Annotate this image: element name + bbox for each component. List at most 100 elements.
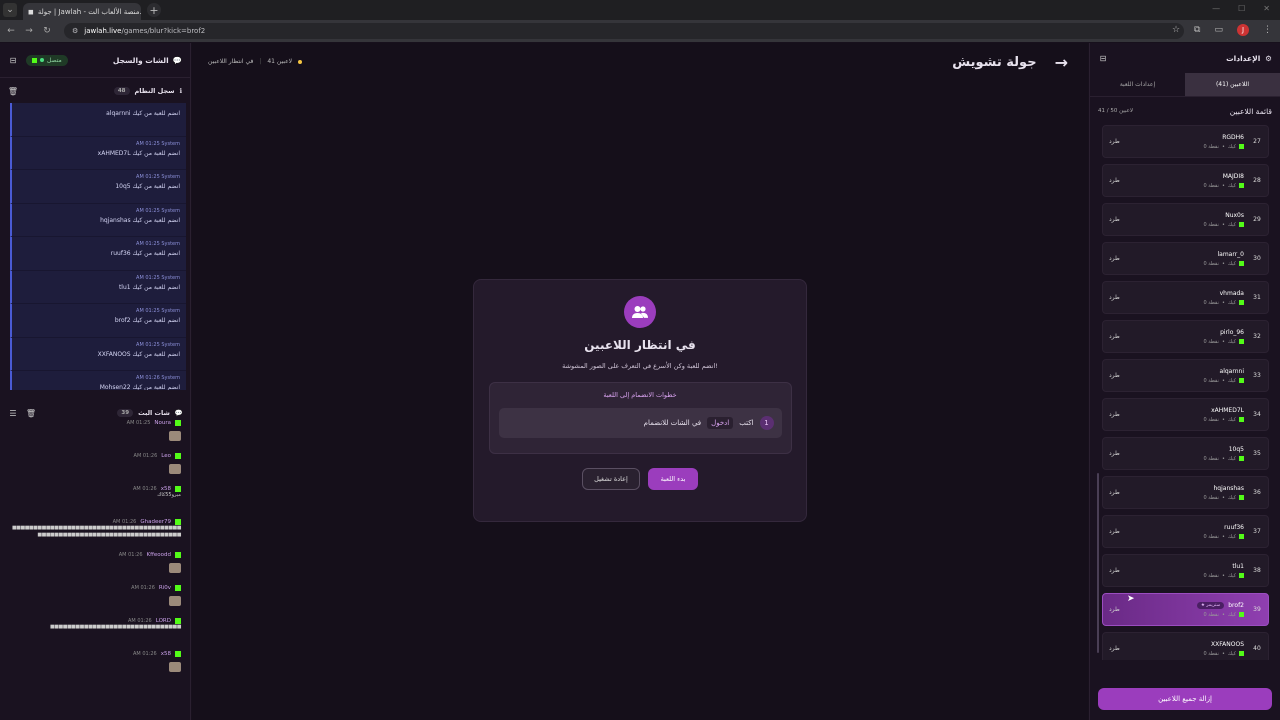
player-row[interactable]: طرد ruuf36 0 نقطة • كيك 37: [1102, 515, 1269, 548]
kick-player-button[interactable]: طرد: [1109, 372, 1120, 379]
kick-player-button[interactable]: طرد: [1109, 294, 1120, 301]
player-row[interactable]: طرد hqjanshas 0 نقطة • كيك 36: [1102, 476, 1269, 509]
mouse-cursor-icon: ➤: [1127, 594, 1135, 604]
kick-player-button[interactable]: طرد: [1109, 216, 1120, 223]
kick-player-button[interactable]: طرد: [1109, 333, 1120, 340]
chat-message: AM 01:26 Ghadeer79 ■■■■■■■■■■■■■■■■■■■■■■■…: [0, 517, 191, 550]
start-game-button[interactable]: بدء اللعبة: [648, 468, 698, 490]
player-row[interactable]: طرد xAHMED7L 0 نقطة • كيك 34: [1102, 398, 1269, 431]
player-row[interactable]: طرد RGDH6 0 نقطة • كيك 27: [1102, 125, 1269, 158]
player-points: 0 نقطة: [1203, 611, 1219, 618]
address-bar-row: ← → ↻ ⚙ jawlah.live/games/blur?kick=brof…: [0, 20, 1280, 42]
player-name: ruuf36: [1224, 523, 1244, 531]
log-message: xAHMED7L انضم للعبة من كيك: [97, 149, 180, 157]
card-actions: إعادة تشغيل بدء اللعبة: [474, 468, 806, 490]
browser-actions: ☆ ⧉ ▭ J ⋮: [1172, 24, 1272, 36]
kick-player-button[interactable]: طرد: [1109, 489, 1120, 496]
player-row[interactable]: طرد Nux0s 0 نقطة • كيك 29: [1102, 203, 1269, 236]
remove-all-players-button[interactable]: إزالة جميع اللاعبين: [1098, 688, 1272, 710]
player-row[interactable]: طرد XXFANOOS 0 نقطة • كيك 40: [1102, 632, 1269, 660]
player-number: 30: [1253, 255, 1261, 262]
player-row[interactable]: طرد alqarnni 0 نقطة • كيك 33: [1102, 359, 1269, 392]
kick-icon: [1239, 183, 1244, 188]
log-meta: AM 01:26 System: [136, 375, 180, 381]
new-tab-icon[interactable]: +: [147, 3, 161, 17]
game-title: جولة تشويش: [952, 55, 1037, 70]
player-row[interactable]: طرد vhmada 0 نقطة • كيك 31: [1102, 281, 1269, 314]
kick-player-button[interactable]: طرد: [1109, 567, 1120, 574]
chat-text: ميرو55كاك: [157, 492, 181, 498]
kick-icon: [32, 57, 37, 63]
chat-time: AM 01:26: [133, 651, 157, 657]
player-source: كيك: [1227, 494, 1236, 501]
player-points: 0 نقطة: [1203, 533, 1219, 540]
kick-player-button[interactable]: طرد: [1109, 177, 1120, 184]
player-row[interactable]: طرد tlu1 0 نقطة • كيك 38: [1102, 554, 1269, 587]
player-source: كيك: [1227, 299, 1236, 306]
trash-icon[interactable]: 🗑: [26, 408, 36, 418]
kick-player-button[interactable]: طرد: [1109, 606, 1120, 613]
browser-tab-strip: ⌄ ◼ جولة | Jawlah - منصة الألعاب الت... …: [0, 0, 1280, 20]
maximize-icon[interactable]: ☐: [1238, 4, 1245, 13]
player-source: كيك: [1227, 416, 1236, 423]
player-name: pirlo_96: [1220, 328, 1244, 336]
players-list[interactable]: طرد RGDH6 0 نقطة • كيك 27 طرد MAJDI8 0 نقطة • كيك 2…: [1102, 125, 1269, 660]
kick-player-button[interactable]: طرد: [1109, 450, 1120, 457]
player-row[interactable]: طرد 10q5 0 نقطة • كيك 35: [1102, 437, 1269, 470]
streamer-badge: ★ ستريمر: [1196, 601, 1225, 609]
live-chat-count: 39: [117, 409, 134, 417]
chat-username: Leo: [161, 453, 171, 459]
game-status-bar: في انتظار اللاعبين | 41 لاعبين: [208, 58, 303, 65]
chat-username: Kffeoodd: [146, 552, 172, 558]
url-field[interactable]: ⚙ jawlah.live/games/blur?kick=brof2: [64, 23, 1184, 39]
kick-player-button[interactable]: طرد: [1109, 645, 1120, 652]
kick-player-button[interactable]: طرد: [1109, 255, 1120, 262]
trash-icon[interactable]: 🗑: [8, 86, 18, 96]
minimize-icon[interactable]: —: [1212, 4, 1220, 13]
restart-button[interactable]: إعادة تشغيل: [582, 468, 640, 490]
player-points: 0 نقطة: [1203, 143, 1219, 150]
live-chat-list[interactable]: AM 01:25 Noura AM 01:26 Leo AM 01:26 x58 ميرو5…: [0, 418, 191, 720]
reload-icon[interactable]: ↻: [40, 26, 54, 36]
join-command: ادخول: [707, 417, 734, 429]
close-window-icon[interactable]: ✕: [1263, 4, 1270, 13]
forward-icon[interactable]: →: [22, 26, 36, 36]
browser-tab[interactable]: ◼ جولة | Jawlah - منصة الألعاب الت... ✕: [23, 3, 141, 20]
collapse-panel-icon[interactable]: ⊟: [1098, 53, 1108, 63]
tab-game-settings[interactable]: إعدادات اللعبة: [1090, 73, 1185, 96]
system-log-list[interactable]: alqarnni انضم للعبة من كيك AM 01:25 Syste…: [10, 103, 186, 390]
players-scrollbar[interactable]: [1097, 473, 1099, 653]
kick-player-button[interactable]: طرد: [1109, 528, 1120, 535]
profile-avatar[interactable]: J: [1237, 24, 1249, 36]
menu-kebab-icon[interactable]: ⋮: [1263, 25, 1272, 35]
back-icon[interactable]: ←: [4, 26, 18, 36]
tab-search-icon[interactable]: ⌄: [3, 3, 17, 17]
players-count: 41 لاعبين: [267, 58, 293, 65]
kick-icon: [1239, 378, 1244, 383]
chat-bubble-icon: 💬: [174, 409, 183, 417]
tab-players[interactable]: اللاعبين (41): [1185, 73, 1280, 96]
back-arrow-icon[interactable]: →: [1055, 53, 1068, 72]
kick-player-button[interactable]: طرد: [1109, 138, 1120, 145]
log-meta: AM 01:25 System: [136, 207, 180, 214]
step-post: في الشات للانضمام: [643, 419, 702, 427]
chat-message: AM 01:25 Noura: [0, 418, 191, 451]
collapse-panel-icon[interactable]: ⊟: [8, 55, 18, 65]
log-message: hqjanshas انضم للعبة من كيك: [100, 216, 180, 224]
kick-player-button[interactable]: طرد: [1109, 411, 1120, 418]
player-number: 32: [1253, 333, 1261, 340]
player-source: كيك: [1227, 611, 1236, 618]
site-info-icon[interactable]: ⚙: [72, 27, 78, 35]
log-item: AM 01:25 System xAHMED7L انضم للعبة من كي…: [10, 136, 186, 170]
list-icon[interactable]: ☰: [8, 408, 18, 418]
sidebar-toggle-icon[interactable]: ▭: [1214, 25, 1223, 35]
player-name: MAJDI8: [1222, 172, 1244, 180]
player-row[interactable]: طرد MAJDI8 0 نقطة • كيك 28: [1102, 164, 1269, 197]
player-row[interactable]: طرد pirlo_96 0 نقطة • كيك 32: [1102, 320, 1269, 353]
bookmark-star-icon[interactable]: ☆: [1172, 25, 1180, 35]
kick-icon: [1239, 495, 1244, 500]
player-row[interactable]: طرد lamarr_0 0 نقطة • كيك 30: [1102, 242, 1269, 275]
chat-time: AM 01:26: [118, 552, 143, 558]
player-name: lamarr_0: [1217, 250, 1244, 258]
extensions-icon[interactable]: ⧉: [1194, 25, 1200, 35]
